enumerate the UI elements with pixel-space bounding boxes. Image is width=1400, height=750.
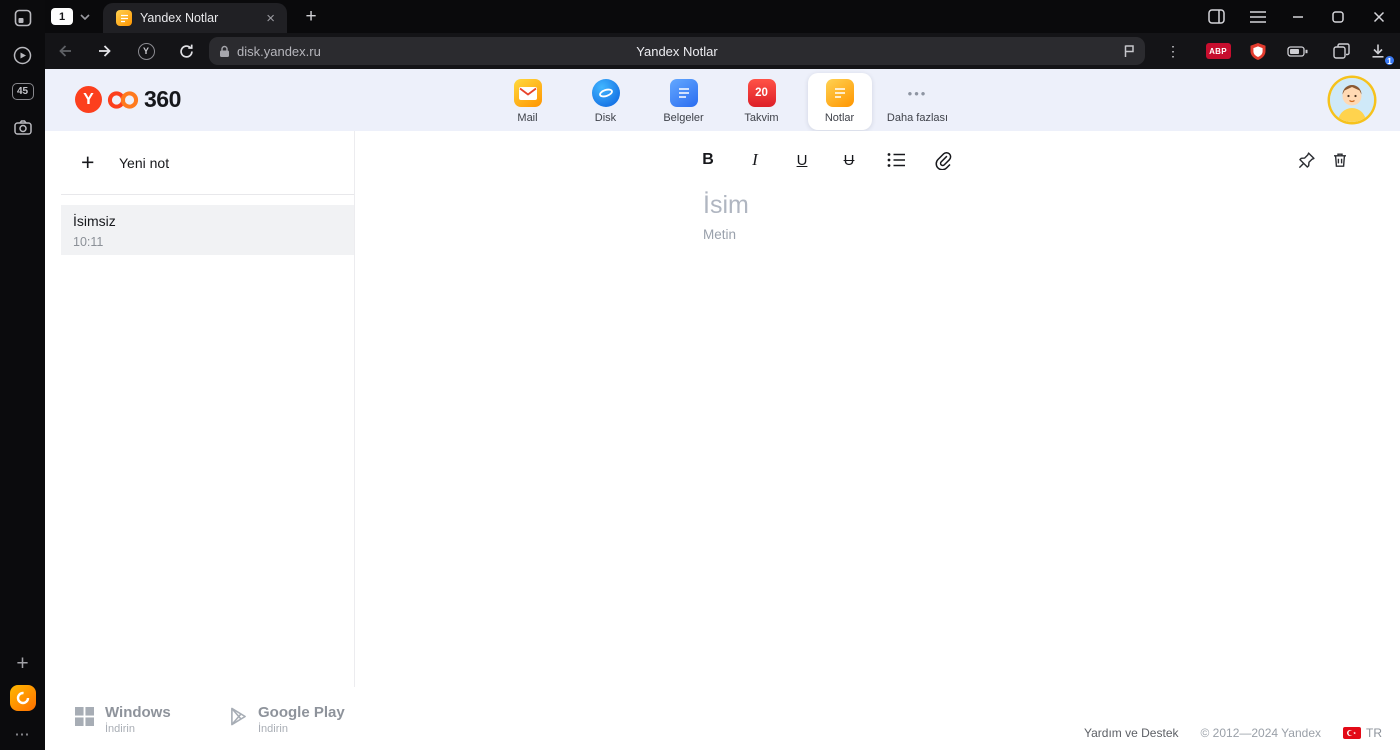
- more-dots-icon: •••: [907, 85, 928, 101]
- italic-button[interactable]: I: [741, 146, 769, 174]
- footer-links: Yardım ve Destek © 2012—2024 Yandex TR: [1084, 726, 1382, 740]
- trash-icon[interactable]: [1326, 146, 1354, 174]
- service-notes[interactable]: Notlar: [807, 73, 872, 130]
- user-avatar[interactable]: [1330, 78, 1374, 122]
- copyright-text: © 2012—2024 Yandex: [1200, 726, 1322, 740]
- refresh-icon[interactable]: [173, 38, 199, 64]
- documents-icon: [669, 79, 698, 107]
- browser-menu-icon[interactable]: [1244, 0, 1272, 33]
- mail-icon: [513, 79, 542, 107]
- tab-title: Yandex Notlar: [140, 11, 219, 25]
- note-title-input[interactable]: İsim: [703, 191, 749, 220]
- protect-icon[interactable]: Y: [133, 38, 159, 64]
- list-button[interactable]: [882, 146, 910, 174]
- note-list-item[interactable]: İsimsiz 10:11: [61, 205, 354, 255]
- page-title: Yandex Notlar: [636, 43, 718, 59]
- windows-icon: [75, 707, 94, 726]
- bold-button[interactable]: B: [694, 146, 722, 174]
- collections-icon[interactable]: [1328, 38, 1354, 64]
- downloads-icon[interactable]: 1: [1365, 38, 1396, 67]
- browser-chrome: 1 Yandex Notlar × + Y disk.yandex.ru Yan…: [45, 0, 1400, 69]
- plus-icon: +: [16, 651, 29, 675]
- yandex360-logo[interactable]: Y 360: [75, 86, 181, 113]
- new-note-button[interactable]: + Yeni not: [61, 131, 354, 195]
- sidebar-yandex-app-icon[interactable]: [0, 683, 45, 713]
- window-minimize-icon[interactable]: [1284, 0, 1312, 33]
- address-bar[interactable]: disk.yandex.ru Yandex Notlar: [209, 37, 1145, 65]
- window-close-icon[interactable]: [1365, 0, 1393, 33]
- shield-extension-icon[interactable]: [1245, 38, 1271, 64]
- yandex360-header: Y 360 Mail Disk Belgeler 20 Takvim Notla…: [45, 69, 1400, 131]
- download-count-badge: 1: [1383, 54, 1396, 67]
- service-mail[interactable]: Mail: [496, 79, 560, 124]
- forward-icon[interactable]: [92, 38, 118, 64]
- address-toolbar: Y disk.yandex.ru Yandex Notlar ⋮ ABP 1: [45, 33, 1400, 69]
- address-more-icon[interactable]: ⋮: [1161, 38, 1185, 64]
- sidebar-screenshot-icon[interactable]: [0, 112, 45, 142]
- ellipsis-icon: ⋯: [14, 726, 31, 743]
- chevron-down-icon[interactable]: [80, 14, 90, 20]
- browser-window: 45 + ⋯ 1 Yandex Notlar × + Y disk.yandex…: [0, 0, 1400, 750]
- format-toolbar: B I U U: [694, 146, 957, 174]
- note-actions: [1292, 146, 1354, 174]
- note-body-input[interactable]: Metin: [703, 227, 736, 242]
- window-maximize-icon[interactable]: [1324, 0, 1352, 33]
- language-switcher[interactable]: TR: [1343, 726, 1382, 740]
- service-more[interactable]: ••• Daha fazlası: [886, 79, 950, 125]
- service-calendar[interactable]: 20 Takvim: [730, 79, 794, 124]
- service-documents[interactable]: Belgeler: [652, 79, 716, 124]
- note-editor: B I U U İsim Metin: [356, 131, 1400, 687]
- pin-icon[interactable]: [1292, 146, 1320, 174]
- notes-content: + Yeni not İsimsiz 10:11 B I U U İsim Me…: [45, 131, 1400, 687]
- battery-saver-icon[interactable]: [1284, 38, 1310, 64]
- help-link[interactable]: Yardım ve Destek: [1084, 726, 1178, 740]
- yandex-y-icon: Y: [75, 86, 102, 113]
- strikethrough-button[interactable]: U: [835, 146, 863, 174]
- new-tab-button[interactable]: +: [297, 4, 325, 30]
- tab-count-badge: 45: [11, 82, 34, 100]
- disk-icon: [591, 79, 620, 107]
- url-text: disk.yandex.ru: [237, 43, 321, 59]
- back-icon[interactable]: [52, 38, 78, 64]
- bookmark-flag-icon[interactable]: [1123, 44, 1135, 58]
- sidebar-add-icon[interactable]: +: [0, 648, 45, 678]
- infinity-icon: [107, 90, 139, 109]
- yandex-lite-icon: [9, 685, 36, 711]
- lock-icon: [219, 45, 230, 58]
- underline-button[interactable]: U: [788, 146, 816, 174]
- sidebar-tab-counter[interactable]: 45: [0, 76, 45, 106]
- sidebar-boards-icon[interactable]: [0, 3, 45, 33]
- plus-icon: +: [81, 149, 95, 175]
- notes-list-panel: + Yeni not İsimsiz 10:11: [61, 131, 355, 687]
- google-play-download-link[interactable]: Google Play İndirin: [230, 704, 345, 735]
- sidebar-video-icon[interactable]: [0, 40, 45, 70]
- yandex-notes-page: Y 360 Mail Disk Belgeler 20 Takvim Notla…: [45, 69, 1400, 750]
- tab-group-chip[interactable]: 1: [51, 8, 73, 25]
- calendar-icon: 20: [747, 79, 776, 107]
- browser-sidebar: 45 + ⋯: [0, 0, 45, 750]
- side-panel-toggle-icon[interactable]: [1202, 0, 1230, 33]
- services-nav: Mail Disk Belgeler 20 Takvim Notlar ••• …: [496, 73, 950, 130]
- notes-favicon-icon: [116, 10, 132, 26]
- sidebar-more-icon[interactable]: ⋯: [0, 719, 45, 749]
- windows-download-link[interactable]: Windows İndirin: [75, 704, 171, 735]
- attach-button[interactable]: [929, 146, 957, 174]
- adblock-extension-icon[interactable]: ABP: [1205, 38, 1231, 64]
- page-footer: Windows İndirin Google Play İndirin Yard…: [45, 687, 1400, 750]
- google-play-icon: [231, 707, 246, 726]
- tab-close-icon[interactable]: ×: [262, 9, 279, 28]
- notes-icon: [825, 79, 854, 107]
- turkey-flag-icon: [1343, 727, 1361, 739]
- tab-strip: 1 Yandex Notlar × +: [45, 0, 1400, 33]
- service-disk[interactable]: Disk: [574, 79, 638, 124]
- browser-tab[interactable]: Yandex Notlar ×: [103, 3, 287, 33]
